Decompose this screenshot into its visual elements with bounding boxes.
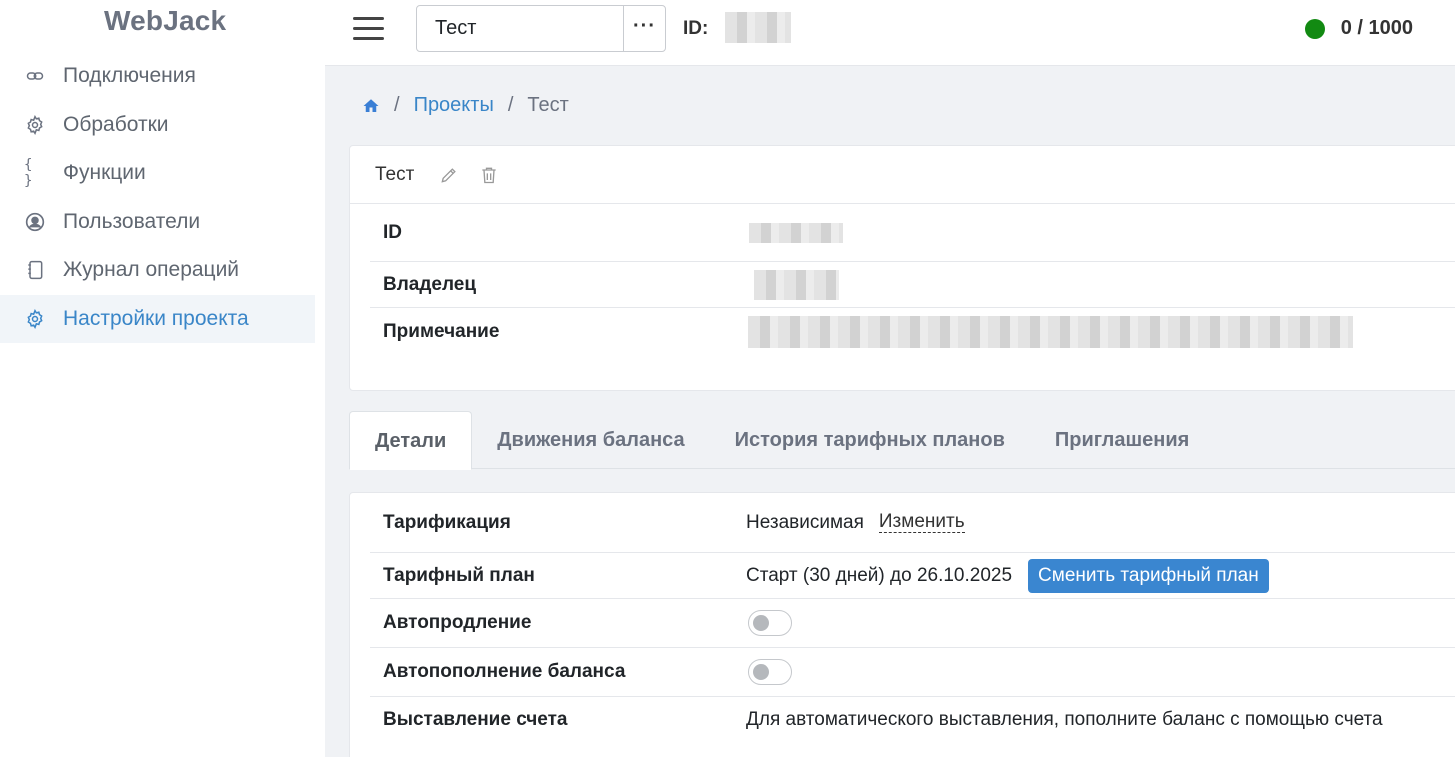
tariffication-row: Тарификация Независимая Изменить — [370, 493, 1455, 553]
sidebar-item-journal[interactable]: Журнал операций — [0, 246, 325, 295]
pencil-icon[interactable] — [439, 165, 459, 185]
breadcrumb: / Проекты / Тест — [362, 94, 569, 117]
menu-toggle-icon[interactable] — [353, 17, 384, 41]
sidebar-item-project-settings[interactable]: Настройки проекта — [0, 294, 315, 343]
row-label: Автопополнение баланса — [383, 661, 626, 682]
breadcrumb-current: Тест — [527, 94, 569, 116]
trash-icon[interactable] — [479, 165, 499, 185]
owner-row: Владелец — [370, 262, 1455, 308]
autorenew-row: Автопродление — [370, 599, 1455, 648]
home-icon[interactable] — [362, 97, 380, 115]
sidebar-item-label: Настройки проекта — [63, 306, 249, 330]
sidebar-item-handlers[interactable]: Обработки — [0, 101, 325, 150]
topbar: Тест ··· ID: 0 / 1000 — [325, 0, 1455, 66]
note-value-redacted — [748, 316, 1353, 348]
invoice-value: Для автоматического выставления, пополни… — [746, 709, 1383, 730]
project-selector[interactable]: Тест ··· — [416, 5, 666, 52]
sidebar-item-label: Пользователи — [63, 209, 201, 233]
tab-tariff-history[interactable]: История тарифных планов — [710, 411, 1030, 469]
sidebar-item-connections[interactable]: Подключения — [0, 52, 325, 101]
project-card-header: Тест — [350, 146, 1455, 204]
breadcrumb-separator: / — [394, 94, 400, 116]
row-label: Примечание — [383, 321, 500, 342]
more-button[interactable]: ··· — [623, 6, 665, 51]
balance-indicator: 0 / 1000 — [1304, 17, 1413, 40]
plan-row: Тарифный план Старт (30 дней) до 26.10.2… — [370, 553, 1455, 599]
sidebar-item-users[interactable]: Пользователи — [0, 198, 325, 247]
change-plan-button[interactable]: Сменить тарифный план — [1028, 558, 1269, 593]
brand-logo[interactable]: WebJack — [104, 5, 226, 37]
autotopup-toggle[interactable] — [748, 659, 792, 685]
gear-icon — [24, 114, 46, 136]
note-row: Примечание — [370, 308, 1455, 356]
project-id-label: ID: — [683, 18, 709, 39]
link-icon — [24, 65, 46, 87]
row-label: Автопродление — [383, 612, 532, 633]
user-circle-icon — [24, 211, 46, 233]
sidebar-item-label: Обработки — [63, 112, 169, 136]
project-id-row: ID — [370, 204, 1455, 262]
tariffication-value: Независимая — [746, 511, 864, 533]
braces-icon: { } — [24, 157, 33, 190]
tab-balance-movements[interactable]: Движения баланса — [472, 411, 709, 469]
journal-icon — [24, 259, 46, 281]
row-label: Владелец — [383, 273, 477, 295]
tab-details[interactable]: Детали — [349, 411, 473, 470]
gear-icon — [24, 308, 46, 330]
row-label: Тарифный план — [383, 564, 535, 586]
project-title: Тест — [375, 163, 415, 185]
row-label: ID — [383, 221, 402, 243]
breadcrumb-projects-link[interactable]: Проекты — [414, 94, 494, 117]
invoice-row: Выставление счета Для автоматического вы… — [370, 697, 1455, 743]
sidebar-nav: Подключения Обработки { } Функции Пользо… — [0, 52, 325, 343]
owner-value-redacted — [754, 269, 839, 300]
project-selector-value[interactable]: Тест — [417, 6, 623, 51]
change-tariffication-link[interactable]: Изменить — [878, 512, 965, 533]
sidebar-item-functions[interactable]: { } Функции — [0, 149, 325, 198]
details-card: Тарификация Независимая Изменить Тарифны… — [349, 492, 1455, 757]
project-id-value-redacted — [749, 222, 843, 243]
sidebar: WebJack Подключения Обработки { } Функци… — [0, 0, 325, 757]
tabs: Детали Движения баланса История тарифных… — [349, 411, 1455, 470]
autotopup-row: Автопополнение баланса — [370, 648, 1455, 697]
plan-value: Старт (30 дней) до 26.10.2025 — [746, 564, 1013, 586]
row-label: Тарификация — [383, 511, 511, 533]
row-label: Выставление счета — [383, 709, 568, 730]
project-id-redacted — [725, 12, 791, 43]
project-info-card: Тест ID Владелец Примечание — [349, 145, 1455, 391]
sidebar-item-label: Журнал операций — [63, 258, 240, 282]
autorenew-toggle[interactable] — [748, 610, 792, 636]
breadcrumb-separator: / — [507, 94, 514, 116]
sidebar-item-label: Функции — [63, 161, 146, 185]
tab-invitations[interactable]: Приглашения — [1030, 411, 1214, 469]
balance-value: 0 / 1000 — [1340, 17, 1413, 39]
status-dot-icon — [1304, 18, 1325, 39]
sidebar-item-label: Подключения — [63, 64, 196, 88]
